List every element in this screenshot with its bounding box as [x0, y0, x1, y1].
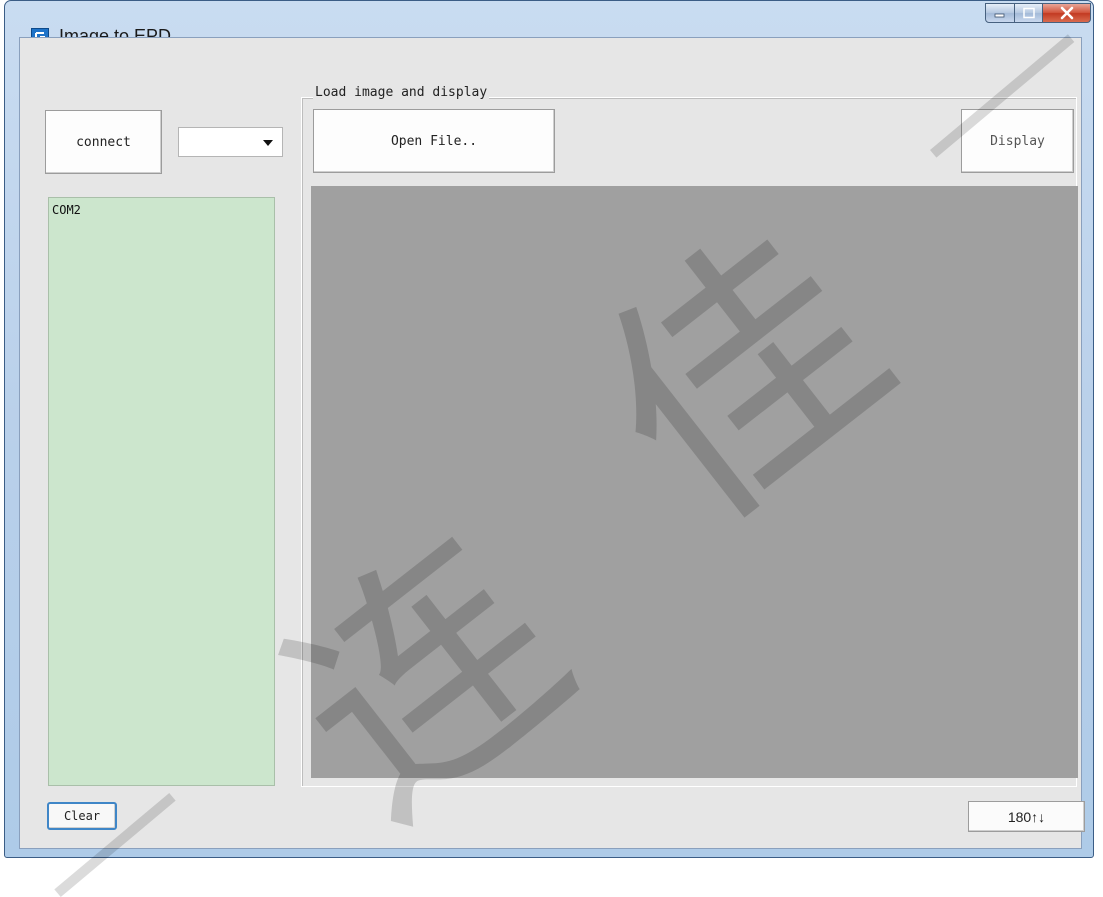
minimize-button[interactable]: [985, 3, 1015, 23]
chevron-down-icon: [263, 140, 273, 146]
maximize-button[interactable]: [1015, 3, 1043, 23]
list-item[interactable]: COM2: [52, 203, 81, 217]
port-list[interactable]: COM2: [48, 197, 275, 786]
close-icon: [1060, 6, 1073, 20]
close-button[interactable]: [1043, 3, 1091, 23]
title-bar[interactable]: Image to EPD: [5, 1, 1093, 46]
window-controls: [985, 3, 1091, 27]
connect-button[interactable]: connect: [45, 110, 162, 174]
display-button[interactable]: Display: [961, 109, 1074, 173]
minimize-icon: [994, 13, 1005, 18]
app-window: Image to EPD connect COM2 Clear Load ima…: [4, 0, 1094, 858]
maximize-icon: [1022, 7, 1035, 19]
group-title: Load image and display: [313, 85, 490, 100]
open-file-button[interactable]: Open File..: [313, 109, 555, 173]
image-preview-canvas: [311, 186, 1078, 778]
clear-button[interactable]: Clear: [47, 802, 117, 830]
port-select[interactable]: [178, 127, 283, 157]
client-area: connect COM2 Clear Load image and displa…: [19, 37, 1085, 849]
rotate-button[interactable]: 180↑↓: [968, 801, 1085, 832]
